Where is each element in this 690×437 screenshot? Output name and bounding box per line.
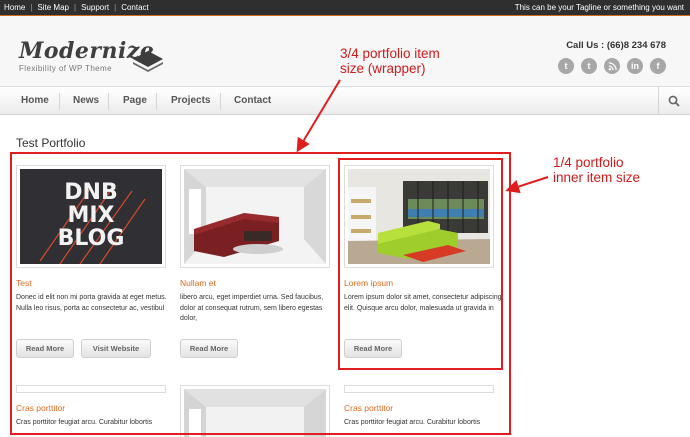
wrapper-arrow bbox=[296, 79, 341, 153]
page: Home | Site Map | Support | Contact This… bbox=[0, 0, 690, 437]
inner-arrow bbox=[505, 176, 549, 194]
annotation-arrows bbox=[296, 79, 549, 194]
